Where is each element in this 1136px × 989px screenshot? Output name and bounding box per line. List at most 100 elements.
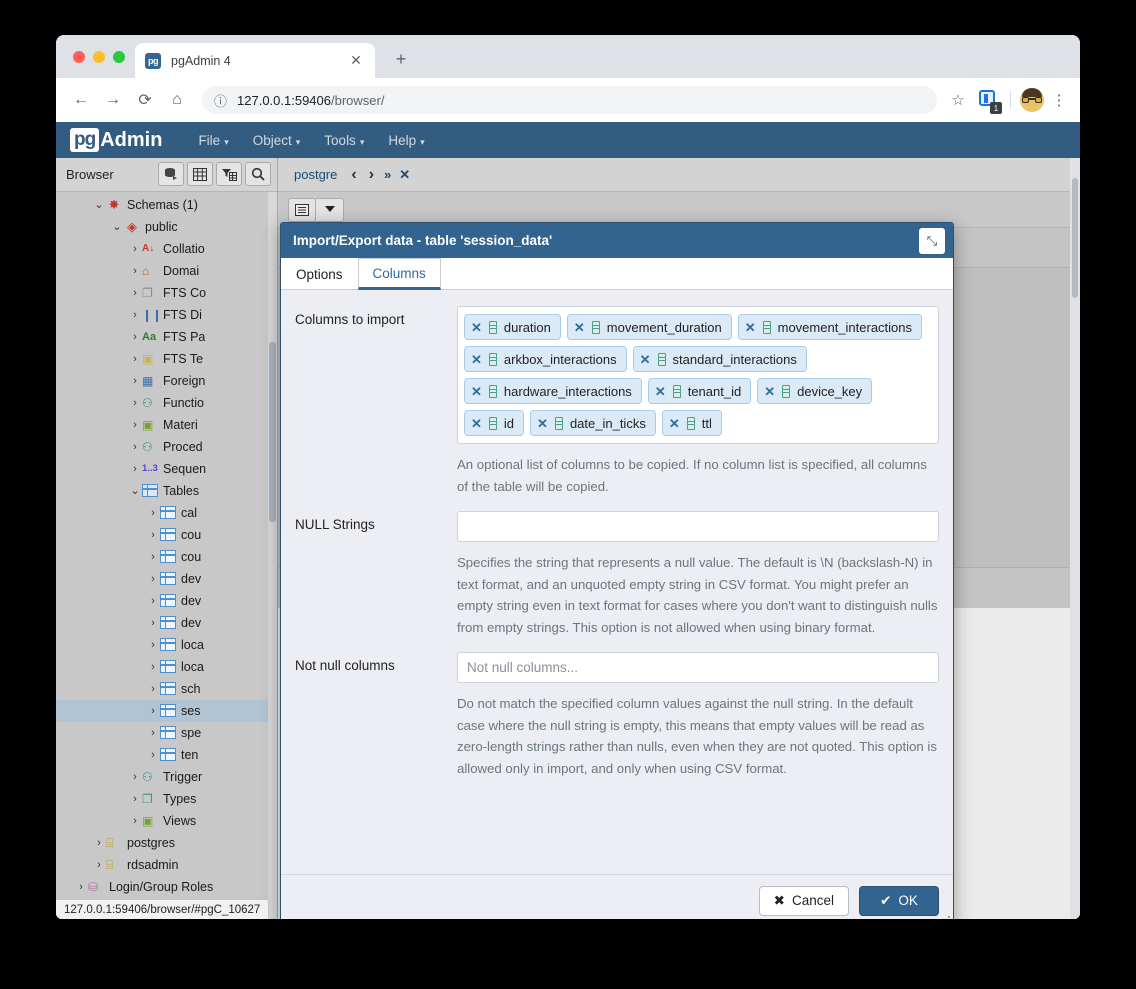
tree-item-types[interactable]: › ❐ Types (56, 788, 277, 810)
bookmark-star-icon[interactable]: ☆ (945, 91, 971, 109)
back-icon[interactable]: ← (66, 85, 96, 115)
tree-item-public[interactable]: ⌄ ◈ public (56, 216, 277, 238)
scrollbar-thumb[interactable] (269, 341, 276, 522)
column-chip[interactable]: ✕ device_key (757, 378, 873, 404)
tab-options[interactable]: Options (281, 258, 358, 289)
chevron-right-icon[interactable]: › (128, 419, 142, 431)
tree-item-collatio[interactable]: › A↓ Collatio (56, 238, 277, 260)
chevron-right-icon[interactable]: › (128, 331, 142, 343)
chevron-right-icon[interactable]: › (146, 529, 160, 541)
remove-chip-icon[interactable]: ✕ (471, 353, 482, 366)
tab-columns[interactable]: Columns (357, 258, 441, 290)
tree-item-postgres[interactable]: › ⌸ postgres (56, 832, 277, 854)
chevron-right-icon[interactable]: › (128, 265, 142, 277)
search-icon[interactable] (245, 162, 271, 187)
chevron-right-icon[interactable]: › (146, 507, 160, 519)
object-tree[interactable]: ⌄ ✸ Schemas (1) ⌄ ◈ public › A↓ Collatio › ⌂ Domai ›… (56, 191, 277, 919)
tree-item-views[interactable]: › ▣ Views (56, 810, 277, 832)
address-bar[interactable]: ⓘ 127.0.0.1:59406 /browser/ (202, 86, 937, 114)
minimize-window-button[interactable] (93, 51, 105, 63)
reload-icon[interactable]: ⟳ (130, 85, 160, 115)
chevron-right-icon[interactable]: › (92, 859, 106, 871)
server-icon[interactable] (158, 162, 184, 187)
chevron-right-icon[interactable]: › (146, 705, 160, 717)
tree-item-loca[interactable]: › loca (56, 634, 277, 656)
chevron-right-icon[interactable]: › (146, 617, 160, 629)
tree-item-ses[interactable]: › ses (56, 699, 277, 722)
null-strings-input[interactable] (457, 511, 939, 542)
menu-help[interactable]: Help ▾ (378, 129, 434, 152)
tree-item-dev[interactable]: › dev (56, 568, 277, 590)
close-window-button[interactable] (73, 51, 85, 63)
remove-chip-icon[interactable]: ✕ (669, 417, 680, 430)
tree-item-proced[interactable]: › ⚇ Proced (56, 436, 277, 458)
column-chip[interactable]: ✕ tenant_id (647, 378, 752, 404)
ok-button[interactable]: ✔ OK (859, 885, 939, 916)
tree-item-domai[interactable]: › ⌂ Domai (56, 260, 277, 282)
remove-chip-icon[interactable]: ✕ (764, 385, 775, 398)
profile-avatar[interactable] (1020, 88, 1044, 112)
chevron-right-icon[interactable]: › (128, 397, 142, 409)
browser-tab[interactable]: pg pgAdmin 4 ✕ (135, 43, 375, 78)
scrollbar-thumb[interactable] (1072, 178, 1078, 298)
filter-icon[interactable] (216, 162, 242, 187)
column-chip[interactable]: ✕ id (464, 410, 525, 436)
tree-item-foreign[interactable]: › ▦ Foreign (56, 370, 277, 392)
chevron-right-icon[interactable]: › (128, 793, 142, 805)
tree-item-cou[interactable]: › cou (56, 546, 277, 568)
tree-item-fts-co[interactable]: › ❐ FTS Co (56, 282, 277, 304)
tree-item-materi[interactable]: › ▣ Materi (56, 414, 277, 436)
menu-file[interactable]: File ▾ (188, 129, 238, 152)
chevron-right-icon[interactable]: › (128, 353, 142, 365)
tree-item-sch[interactable]: › sch (56, 678, 277, 700)
chevron-right-icon[interactable]: › (146, 661, 160, 673)
tree-item-schemas-1[interactable]: ⌄ ✸ Schemas (1) (56, 194, 277, 216)
home-icon[interactable]: ⌂ (162, 85, 192, 115)
column-chip[interactable]: ✕ date_in_ticks (530, 410, 656, 436)
tree-item-sequen[interactable]: › 1..3 Sequen (56, 458, 277, 480)
cancel-button[interactable]: ✖ Cancel (758, 885, 849, 916)
tree-item-fts-di[interactable]: › ❙❙ FTS Di (56, 304, 277, 326)
chevron-right-icon[interactable]: › (146, 595, 160, 607)
tree-item-loca[interactable]: › loca (56, 656, 277, 678)
tree-item-dev[interactable]: › dev (56, 590, 277, 612)
tree-item-trigger[interactable]: › ⚇ Trigger (56, 766, 277, 788)
chevron-down-icon[interactable] (316, 197, 344, 222)
tree-item-tables[interactable]: ⌄ Tables (56, 480, 277, 502)
main-vertical-scrollbar[interactable] (1070, 158, 1080, 919)
maximize-window-button[interactable] (113, 51, 125, 63)
close-tab-icon[interactable]: ✕ (347, 52, 365, 70)
tab-postgres[interactable]: postgre (286, 167, 345, 182)
chevron-down-icon[interactable]: ⌄ (110, 220, 124, 233)
column-chip[interactable]: ✕ arkbox_interactions (464, 346, 627, 372)
tree-item-ten[interactable]: › ten (56, 744, 277, 766)
remove-chip-icon[interactable]: ✕ (574, 321, 585, 334)
remove-chip-icon[interactable]: ✕ (745, 321, 756, 334)
extension-icon[interactable]: 1 (975, 87, 1002, 114)
remove-chip-icon[interactable]: ✕ (640, 353, 651, 366)
expand-icon[interactable]: ⤡ (919, 227, 945, 254)
column-chip[interactable]: ✕ hardware_interactions (464, 378, 642, 404)
column-chip[interactable]: ✕ duration (464, 314, 561, 340)
tab-overflow-icon[interactable]: » (380, 167, 395, 182)
chevron-right-icon[interactable]: › (128, 441, 142, 453)
chevron-right-icon[interactable]: › (146, 683, 160, 695)
chrome-menu-icon[interactable]: ⋮ (1048, 93, 1070, 108)
grid-icon[interactable] (187, 162, 213, 187)
chevron-right-icon[interactable]: › (128, 463, 142, 475)
tree-item-rdsadmin[interactable]: › ⌸ rdsadmin (56, 854, 277, 876)
tree-item-functio[interactable]: › ⚇ Functio (56, 392, 277, 414)
chevron-right-icon[interactable]: › (146, 727, 160, 739)
remove-chip-icon[interactable]: ✕ (471, 321, 482, 334)
site-info-icon[interactable]: ⓘ (214, 91, 227, 110)
column-chip[interactable]: ✕ ttl (661, 410, 722, 436)
tree-item-login-group-roles[interactable]: › ⛁ Login/Group Roles (56, 876, 277, 898)
columns-chip-input[interactable]: ✕ duration ✕ movement_duration ✕ movement_int… (457, 306, 939, 444)
chevron-right-icon[interactable]: › (74, 881, 88, 893)
chevron-right-icon[interactable]: › (128, 375, 142, 387)
remove-chip-icon[interactable]: ✕ (655, 385, 666, 398)
column-chip[interactable]: ✕ movement_interactions (737, 314, 923, 340)
column-chip[interactable]: ✕ standard_interactions (632, 346, 807, 372)
tree-vertical-scrollbar[interactable] (268, 191, 277, 919)
menu-tools[interactable]: Tools ▾ (314, 129, 374, 152)
